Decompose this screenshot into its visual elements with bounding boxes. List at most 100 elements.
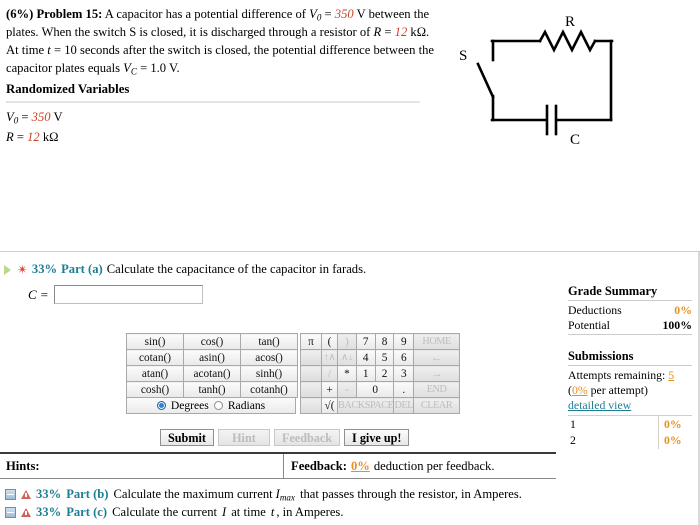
key-3[interactable]: 3 [393, 365, 415, 382]
key-multiply[interactable]: * [337, 365, 357, 382]
collapse-box-icon[interactable] [5, 489, 16, 501]
attempts-remaining-value[interactable]: 5 [668, 368, 674, 382]
grade-divider-top [568, 300, 692, 301]
part-c-time-symbol: t [270, 505, 275, 519]
key-arrow-left[interactable]: ← [413, 349, 461, 366]
submission-number: 1 [570, 417, 576, 432]
key-0[interactable]: 0 [355, 381, 395, 398]
table-row: cotan() asin() acos() [126, 349, 298, 366]
key-plus[interactable]: + [321, 381, 338, 398]
potential-value: 100% [662, 317, 693, 332]
collapse-box-icon[interactable] [5, 507, 16, 518]
key-exponent-up[interactable]: ↑∧ [321, 349, 338, 366]
key-sqrt[interactable]: √( [321, 397, 338, 414]
radians-label: Radians [227, 399, 266, 412]
table-row: atan() acotan() sinh() [126, 365, 298, 382]
deductions-value: 0% [674, 303, 692, 317]
key-home[interactable]: HOME [413, 333, 461, 350]
problem-page: (6%) Problem 15: A capacitor has a poten… [0, 0, 700, 525]
submission-score: 0% [658, 432, 692, 449]
angle-mode-row[interactable]: Degrees Radians [126, 398, 296, 414]
key-sinh[interactable]: sinh() [240, 365, 298, 382]
key-cosh[interactable]: cosh() [126, 381, 184, 398]
rv-r-value: 12 [27, 129, 40, 144]
key-arrow-right[interactable]: → [413, 365, 461, 382]
t-symbol: t [47, 43, 51, 58]
table-row: / * 1 2 3 → [300, 365, 461, 382]
submit-button[interactable]: Submit [160, 429, 214, 446]
key-decimal[interactable]: . [393, 381, 415, 398]
part-b-name: Part (b) [66, 487, 109, 502]
key-end[interactable]: END [413, 381, 461, 398]
circuit-svg: R S C [459, 14, 614, 148]
per-attempt-text: per attempt) [587, 382, 648, 397]
key-atan[interactable]: atan() [126, 365, 184, 382]
table-row: ↑∧ ∧↓ 4 5 6 ← [300, 349, 461, 366]
key-tanh[interactable]: tanh() [183, 381, 241, 398]
key-divide[interactable]: / [321, 365, 338, 382]
vc-subscript: C [130, 66, 137, 77]
problem-weight: (6%) [6, 7, 34, 21]
switch-label: S [459, 48, 467, 64]
key-4[interactable]: 4 [355, 349, 376, 366]
key-paren-open[interactable]: ( [321, 333, 338, 350]
part-b-section[interactable]: 33% Part (b) Calculate the maximum curre… [0, 487, 556, 503]
part-b-prompt-a: Calculate the maximum current [113, 487, 273, 502]
play-triangle-icon[interactable] [4, 264, 11, 275]
radians-radio[interactable] [213, 401, 223, 410]
key-blank-4[interactable] [300, 397, 322, 414]
key-1[interactable]: 1 [355, 365, 376, 382]
rv-v0-equals: = [21, 110, 29, 124]
key-9[interactable]: 9 [393, 333, 415, 350]
potential-label: Potential [568, 317, 610, 332]
randomized-v0-row: V0 = 350 V [6, 108, 63, 128]
key-pi[interactable]: π [300, 333, 322, 350]
feedback-label: Feedback: [291, 458, 347, 473]
degrees-label: Degrees [170, 399, 209, 412]
feedback-button[interactable]: Feedback [273, 429, 341, 446]
numeric-keypad-table: π ( ) 7 8 9 HOME ↑∧ ∧↓ 4 5 6 ← / * 1 2 3… [300, 333, 461, 414]
key-cotanh[interactable]: cotanh() [240, 381, 298, 398]
key-2[interactable]: 2 [374, 365, 395, 382]
key-backspace[interactable]: BACKSPACE [336, 397, 395, 414]
give-up-button[interactable]: I give up! [344, 429, 410, 446]
key-cotan[interactable]: cotan() [126, 349, 184, 366]
calculator-keypad[interactable]: sin() cos() tan() cotan() asin() acos() … [126, 333, 461, 414]
part-a-header[interactable]: ✴ 33% Part (a) Calculate the capacitance… [0, 262, 556, 277]
key-exponent-down[interactable]: ∧↓ [337, 349, 357, 366]
key-sin[interactable]: sin() [126, 333, 184, 350]
degrees-radio[interactable] [156, 401, 166, 410]
part-b-weight: 33% [36, 487, 62, 502]
problem-line-3a: resistor of [319, 25, 371, 40]
randomized-variables-list: V0 = 350 V R = 12 kΩ [6, 108, 63, 146]
detailed-view-link[interactable]: detailed view [568, 398, 631, 412]
key-blank-3[interactable] [300, 381, 322, 398]
part-a-name: Part (a) [61, 262, 103, 276]
rv-v0-unit: V [53, 110, 63, 124]
key-delete[interactable]: DEL [393, 397, 415, 414]
r-symbol: R [373, 25, 382, 40]
key-tan[interactable]: tan() [240, 333, 298, 350]
key-paren-close[interactable]: ) [337, 333, 357, 350]
key-7[interactable]: 7 [355, 333, 376, 350]
key-blank-1[interactable] [300, 349, 322, 366]
key-clear[interactable]: CLEAR [413, 397, 461, 414]
key-cos[interactable]: cos() [183, 333, 241, 350]
key-blank-2[interactable] [300, 365, 322, 382]
part-c-section[interactable]: 33% Part (c) Calculate the current I at … [0, 505, 556, 520]
key-6[interactable]: 6 [393, 349, 415, 366]
key-asin[interactable]: asin() [183, 349, 241, 366]
potential-row: Potential 100% [568, 318, 692, 333]
hint-button[interactable]: Hint [217, 429, 270, 446]
answer-input[interactable] [53, 285, 203, 304]
v0-subscript: 0 [316, 12, 322, 23]
rv-v0-subscript: 0 [13, 115, 19, 126]
per-attempt-percent: 0% [571, 382, 588, 397]
key-acotan[interactable]: acotan() [183, 365, 241, 382]
rv-r-symbol: R [6, 129, 14, 144]
key-acos[interactable]: acos() [240, 349, 298, 366]
key-8[interactable]: 8 [374, 333, 395, 350]
key-5[interactable]: 5 [374, 349, 395, 366]
table-row: π ( ) 7 8 9 HOME [300, 333, 461, 350]
key-minus[interactable]: - [337, 381, 357, 398]
